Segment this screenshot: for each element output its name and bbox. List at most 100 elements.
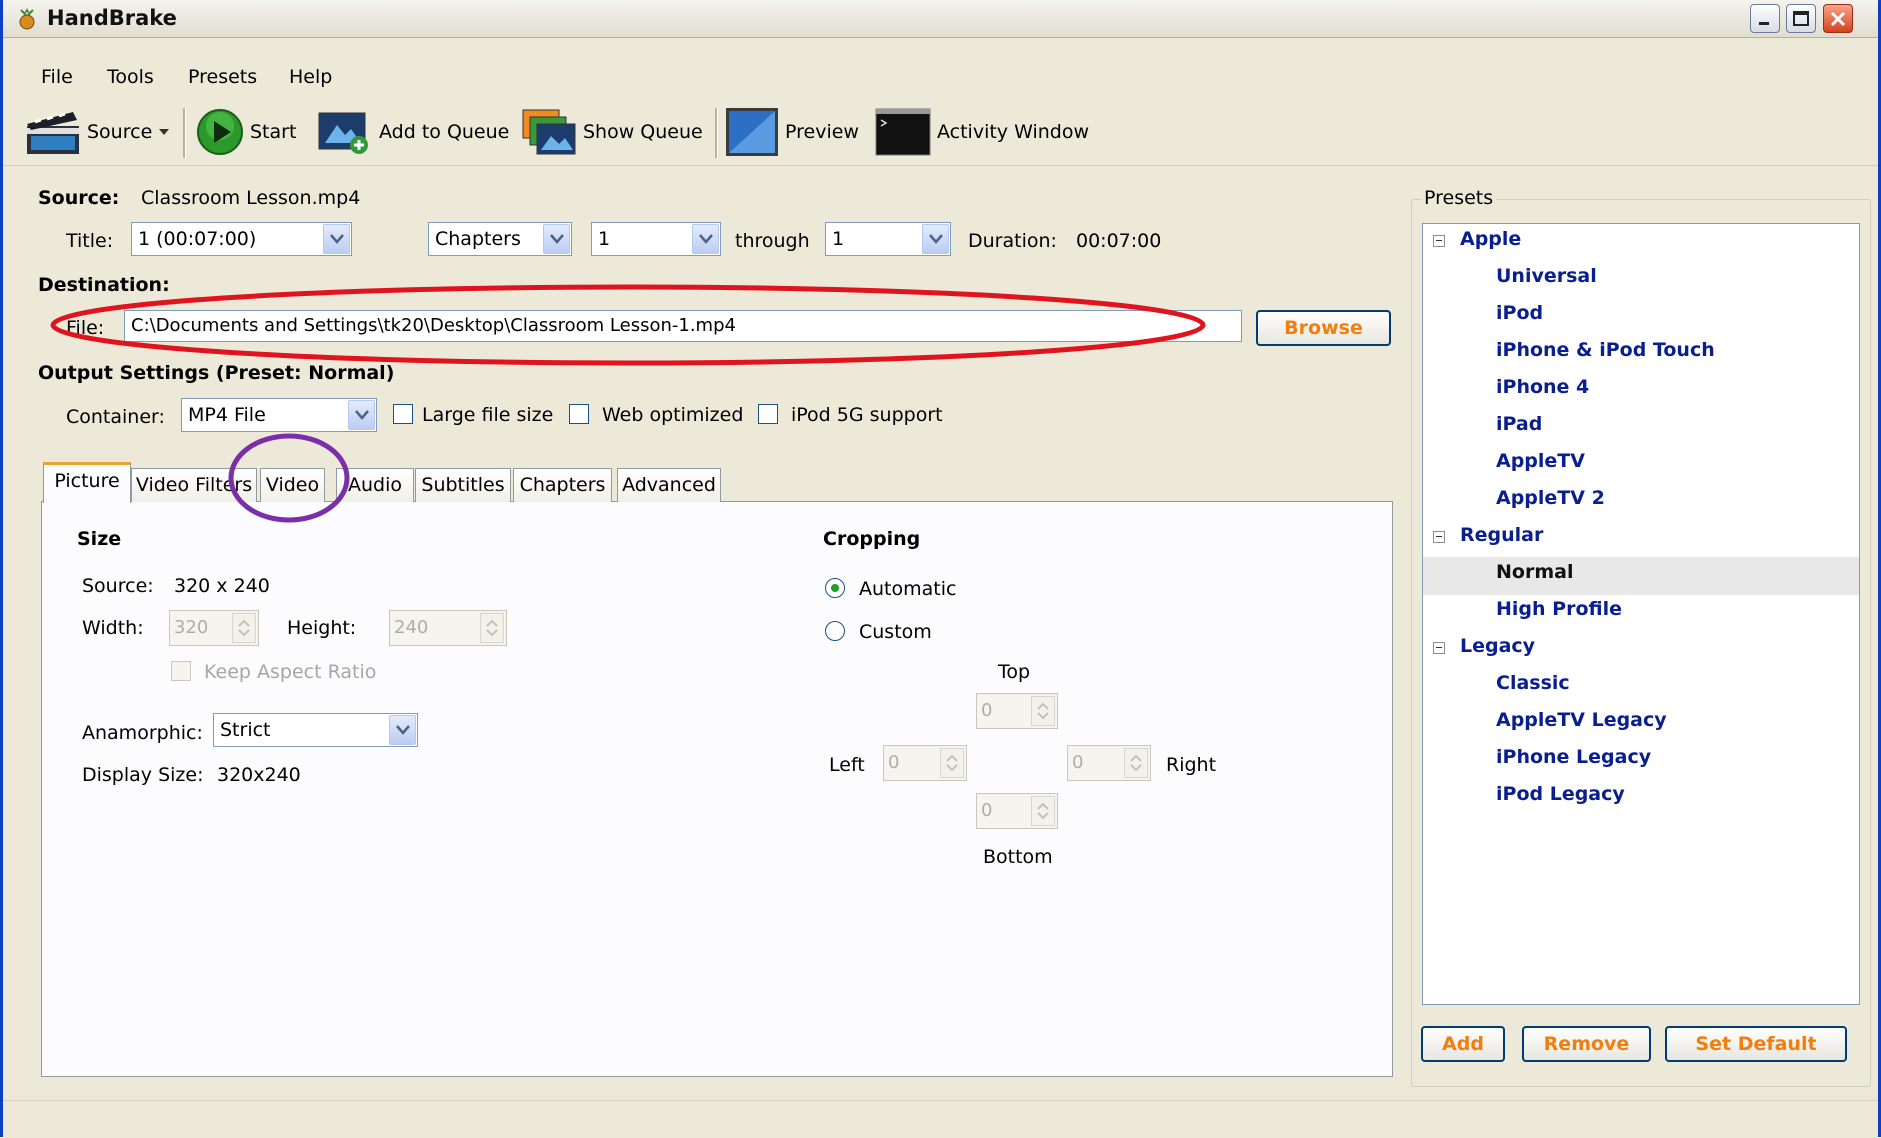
width-spinner[interactable]: 320 [169, 610, 259, 646]
tab-subtitles[interactable]: Subtitles [415, 468, 511, 502]
preset-item[interactable]: iPod Legacy [1496, 783, 1625, 805]
width-spinner-arrows[interactable] [232, 613, 256, 643]
preset-item[interactable]: High Profile [1496, 598, 1622, 620]
container-label: Container: [66, 406, 165, 428]
container-value: MP4 File [188, 404, 266, 426]
minimize-button[interactable] [1750, 4, 1780, 33]
file-label: File: [66, 317, 105, 339]
display-size-label: Display Size: [82, 764, 204, 786]
menu-presets[interactable]: Presets [188, 66, 257, 88]
add-preset-button[interactable]: Add [1421, 1026, 1505, 1062]
activity-window-button[interactable]: Activity Window [875, 108, 1089, 156]
preset-item[interactable]: AppleTV [1496, 450, 1585, 472]
width-value: 320 [174, 617, 209, 638]
preset-item-selected[interactable]: Normal [1496, 561, 1573, 583]
tab-advanced[interactable]: Advanced [617, 468, 721, 502]
crop-top-spinner[interactable]: 0 [976, 693, 1058, 729]
height-spinner-arrows[interactable] [480, 613, 504, 643]
preset-item[interactable]: iPhone 4 [1496, 376, 1589, 398]
close-button[interactable] [1823, 4, 1853, 33]
spin-arrows-icon [238, 619, 250, 637]
close-icon [1830, 11, 1846, 27]
source-heading: Source: [38, 187, 120, 209]
remove-preset-button[interactable]: Remove [1522, 1026, 1651, 1062]
title-select[interactable]: 1 (00:07:00) [131, 222, 352, 256]
preview-button[interactable]: Preview [725, 108, 859, 156]
through-label: through [735, 230, 810, 252]
container-select[interactable]: MP4 File [181, 398, 377, 432]
preset-group-apple[interactable]: Apple [1460, 228, 1521, 250]
source-button[interactable]: Source [25, 108, 172, 156]
crop-left-spinner[interactable]: 0 [883, 745, 967, 781]
preset-item[interactable]: Universal [1496, 265, 1597, 287]
web-optimized-checkbox[interactable] [569, 404, 589, 424]
add-to-queue-button[interactable]: Add to Queue [317, 108, 509, 156]
height-label: Height: [287, 617, 357, 639]
collapse-regular-icon[interactable] [1433, 531, 1445, 543]
preset-group-legacy[interactable]: Legacy [1460, 635, 1535, 657]
range-mode-select[interactable]: Chapters [428, 222, 572, 256]
preset-item[interactable]: AppleTV Legacy [1496, 709, 1667, 731]
browse-button[interactable]: Browse [1256, 310, 1391, 346]
height-spinner[interactable]: 240 [389, 610, 507, 646]
crop-left-arrows[interactable] [940, 748, 964, 778]
chapter-start-arrow[interactable] [692, 224, 719, 254]
ipod-5g-checkbox[interactable] [758, 404, 778, 424]
title-select-arrow[interactable] [323, 224, 350, 254]
preset-group-regular[interactable]: Regular [1460, 524, 1543, 546]
anamorphic-select[interactable]: Strict [213, 713, 418, 747]
source-filename: Classroom Lesson.mp4 [141, 187, 361, 209]
anamorphic-label: Anamorphic: [82, 722, 203, 744]
crop-bottom-spinner[interactable]: 0 [976, 793, 1058, 829]
title-bar[interactable]: HandBrake [3, 0, 1878, 38]
crop-custom-radio[interactable] [825, 621, 845, 641]
chapter-end-arrow[interactable] [922, 224, 949, 254]
crop-bottom-arrows[interactable] [1031, 796, 1055, 826]
container-select-arrow[interactable] [348, 400, 375, 430]
spin-arrows-icon [1130, 754, 1142, 772]
set-default-preset-button[interactable]: Set Default [1665, 1026, 1847, 1062]
display-size-value: 320x240 [217, 764, 301, 786]
menu-bar: File Tools Presets Help [3, 62, 1878, 94]
preset-item[interactable]: iPod [1496, 302, 1543, 324]
status-bar [3, 1100, 1878, 1138]
start-button[interactable]: Start [196, 108, 296, 156]
chapter-end-select[interactable]: 1 [825, 222, 951, 256]
tab-video[interactable]: Video [260, 468, 325, 502]
large-file-checkbox[interactable] [393, 404, 413, 424]
play-icon [197, 109, 243, 155]
crop-automatic-radio[interactable] [825, 578, 845, 598]
menu-help[interactable]: Help [289, 66, 332, 88]
show-queue-button[interactable]: Show Queue [521, 108, 703, 156]
tab-chapters[interactable]: Chapters [513, 468, 612, 502]
crop-top-label: Top [998, 661, 1031, 683]
window-title: HandBrake [47, 6, 177, 30]
range-mode-arrow[interactable] [543, 224, 570, 254]
tab-audio[interactable]: Audio [336, 468, 414, 502]
menu-file[interactable]: File [41, 66, 73, 88]
maximize-button[interactable] [1786, 4, 1816, 33]
menu-tools[interactable]: Tools [107, 66, 154, 88]
anamorphic-select-arrow[interactable] [389, 715, 416, 745]
preset-item[interactable]: AppleTV 2 [1496, 487, 1605, 509]
preset-item[interactable]: iPhone & iPod Touch [1496, 339, 1715, 361]
destination-file-value: C:\Documents and Settings\tk20\Desktop\C… [131, 315, 736, 336]
chevron-down-icon [699, 234, 713, 244]
chapter-start-select[interactable]: 1 [591, 222, 721, 256]
destination-file-input[interactable]: C:\Documents and Settings\tk20\Desktop\C… [124, 310, 1242, 342]
preset-item[interactable]: iPhone Legacy [1496, 746, 1651, 768]
tab-picture[interactable]: Picture [43, 462, 131, 503]
crop-right-arrows[interactable] [1124, 748, 1148, 778]
tab-video-filters[interactable]: Video Filters [131, 468, 257, 502]
chevron-down-icon [330, 234, 344, 244]
toolbar: Source Start Add to Queue Show Queue Pre… [3, 100, 1878, 166]
preset-item[interactable]: Classic [1496, 672, 1570, 694]
activity-window-label: Activity Window [937, 121, 1090, 143]
crop-top-arrows[interactable] [1031, 696, 1055, 726]
collapse-legacy-icon[interactable] [1433, 642, 1445, 654]
crop-left-label: Left [829, 754, 865, 776]
keep-aspect-checkbox[interactable] [171, 661, 191, 681]
preset-item[interactable]: iPad [1496, 413, 1542, 435]
crop-right-spinner[interactable]: 0 [1067, 745, 1151, 781]
collapse-apple-icon[interactable] [1433, 235, 1445, 247]
